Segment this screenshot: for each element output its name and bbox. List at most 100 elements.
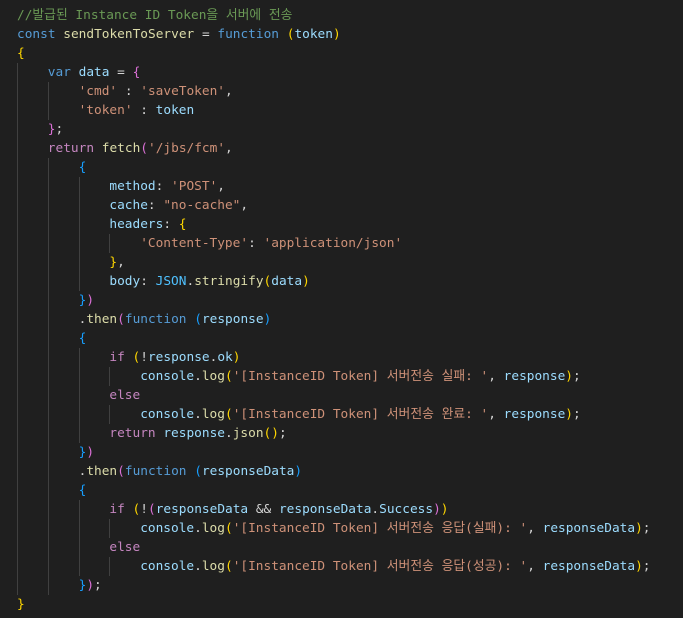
- code-token: data: [271, 274, 303, 289]
- code-line[interactable]: . then(function (response): [17, 310, 651, 329]
- indent-guide: [47, 291, 79, 310]
- code-token: !: [140, 502, 148, 517]
- code-token: .: [224, 426, 233, 441]
- code-token: ,: [527, 559, 543, 574]
- code-token: .: [194, 559, 202, 574]
- code-line[interactable]: });: [17, 576, 651, 595]
- code-token: Success: [379, 502, 434, 517]
- indent-guide: [47, 348, 79, 367]
- code-line[interactable]: //발급된 Instance ID Token을 서버에 전송: [17, 6, 651, 25]
- code-token: response: [503, 369, 566, 384]
- code-line[interactable]: return fetch('/jbs/fcm',: [17, 139, 651, 158]
- code-line[interactable]: else: [17, 538, 651, 557]
- code-token: //발급된 Instance ID Token을 서버에 전송: [17, 8, 293, 23]
- code-token: ): [294, 464, 303, 479]
- code-token: ): [86, 445, 95, 460]
- code-line[interactable]: },: [17, 253, 651, 272]
- code-line[interactable]: }): [17, 291, 651, 310]
- code-line[interactable]: else: [17, 386, 651, 405]
- code-token: ): [332, 27, 341, 42]
- code-line[interactable]: 'cmd' : 'saveToken',: [17, 82, 651, 101]
- code-line[interactable]: {: [17, 481, 651, 500]
- code-line[interactable]: {: [17, 158, 651, 177]
- indent-guide: [47, 405, 79, 424]
- code-token: (: [194, 312, 202, 327]
- code-token: function: [124, 464, 187, 479]
- code-token: !: [140, 350, 148, 365]
- code-token: log: [201, 559, 225, 574]
- code-token: function: [124, 312, 187, 327]
- code-token: data: [78, 65, 110, 80]
- code-token: return: [109, 426, 156, 441]
- code-token: {: [78, 483, 87, 498]
- code-line[interactable]: }): [17, 443, 651, 462]
- code-token: 'token': [78, 103, 133, 118]
- code-token: ,: [488, 407, 504, 422]
- indent-guide: [78, 234, 110, 253]
- indent-guide: [17, 215, 48, 234]
- code-token: (: [224, 521, 233, 536]
- code-line[interactable]: }: [17, 595, 651, 614]
- indent-guide: [109, 405, 140, 424]
- indent-guide: [17, 443, 48, 462]
- code-token: ): [635, 521, 643, 536]
- indent-guide: [78, 253, 110, 272]
- code-line[interactable]: };: [17, 120, 651, 139]
- code-line[interactable]: console. log('[InstanceID Token] 서버전송 응답(…: [17, 519, 651, 538]
- code-token: response: [503, 407, 566, 422]
- code-token: (: [132, 502, 141, 517]
- indent-guide: [47, 234, 79, 253]
- indent-guide: [47, 500, 79, 519]
- code-line[interactable]: {: [17, 329, 651, 348]
- code-line[interactable]: var data = {: [17, 63, 651, 82]
- code-token: (: [117, 312, 125, 327]
- indent-guide: [47, 367, 79, 386]
- indent-guide: [17, 253, 48, 272]
- indent-guide: [109, 367, 140, 386]
- indent-guide: [17, 272, 48, 291]
- code-token: if: [109, 350, 125, 365]
- code-line[interactable]: . then(function (responseData): [17, 462, 651, 481]
- code-line[interactable]: headers: {: [17, 215, 651, 234]
- indent-guide: [47, 538, 79, 557]
- indent-guide: [17, 481, 48, 500]
- indent-guide: [17, 367, 48, 386]
- indent-guide: [47, 253, 79, 272]
- code-line[interactable]: {: [17, 44, 651, 63]
- code-token: ,: [225, 84, 233, 99]
- code-token: 'application/json': [263, 236, 403, 251]
- code-line[interactable]: console. log('[InstanceID Token] 서버전송 응답(…: [17, 557, 651, 576]
- code-line[interactable]: console. log('[InstanceID Token] 서버전송 실패:…: [17, 367, 651, 386]
- indent-guide: [17, 348, 48, 367]
- code-token: responseData: [155, 502, 249, 517]
- code-token: const: [17, 27, 56, 42]
- code-line[interactable]: console. log('[InstanceID Token] 서버전송 완료:…: [17, 405, 651, 424]
- code-line[interactable]: method: 'POST',: [17, 177, 651, 196]
- code-token: ok: [217, 350, 233, 365]
- code-token: ,: [217, 179, 225, 194]
- code-token: method: [109, 179, 156, 194]
- code-line[interactable]: 'Content-Type': 'application/json': [17, 234, 651, 253]
- code-line[interactable]: cache: "no-cache",: [17, 196, 651, 215]
- indent-guide: [78, 500, 110, 519]
- code-line[interactable]: return response. json();: [17, 424, 651, 443]
- code-token: :: [163, 217, 179, 232]
- indent-guide: [78, 272, 110, 291]
- code-line[interactable]: if (! response. ok): [17, 348, 651, 367]
- indent-guide: [47, 386, 79, 405]
- code-token: ;: [55, 122, 64, 137]
- code-token: '[InstanceID Token] 서버전송 응답(실패): ': [232, 521, 528, 536]
- code-token: headers: [109, 217, 164, 232]
- code-line[interactable]: body: JSON. stringify(data): [17, 272, 651, 291]
- indent-guide: [17, 576, 48, 595]
- code-line[interactable]: 'token' : token: [17, 101, 651, 120]
- code-editor[interactable]: //발급된 Instance ID Token을 서버에 전송 const sen…: [17, 6, 651, 614]
- code-line[interactable]: const sendTokenToServer = function (toke…: [17, 25, 651, 44]
- code-token: sendTokenToServer: [63, 27, 195, 42]
- indent-guide: [78, 538, 110, 557]
- indent-guide: [17, 405, 48, 424]
- indent-guide: [17, 177, 48, 196]
- code-line[interactable]: if (!(responseData && responseData. Succe…: [17, 500, 651, 519]
